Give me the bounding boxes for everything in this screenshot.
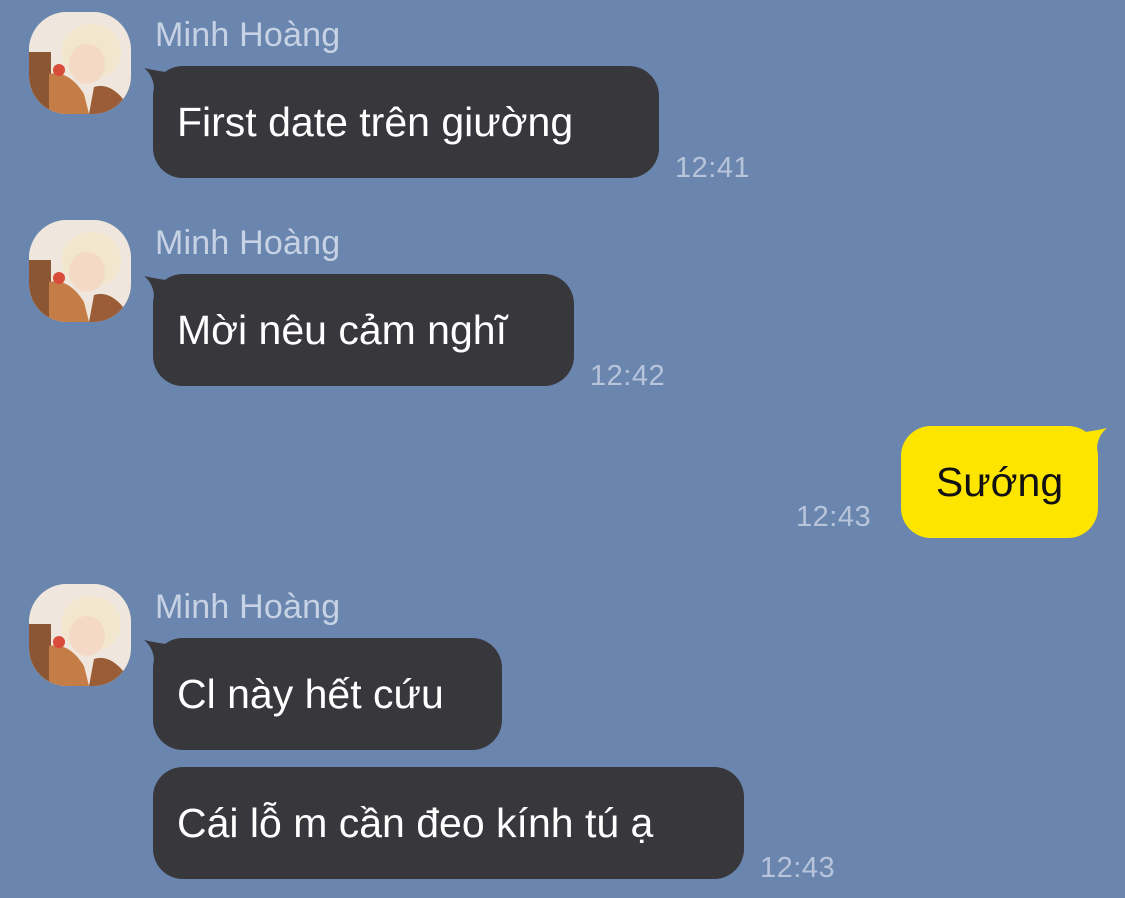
profile-photo-icon (29, 12, 131, 114)
message-time: 12:42 (590, 360, 666, 392)
profile-photo-icon (29, 584, 131, 686)
sender-name: Minh Hoàng (155, 224, 341, 262)
sender-name: Minh Hoàng (155, 16, 341, 54)
profile-photo-icon (29, 220, 131, 322)
message-bubble[interactable]: Cái lỗ m cần đeo kính tú ạ (153, 767, 744, 879)
message-time: 12:43 (760, 852, 836, 884)
bubble-tail (1085, 428, 1107, 450)
message-bubble[interactable]: First date trên giường (153, 66, 659, 178)
sender-avatar[interactable] (29, 220, 131, 322)
message-time: 12:41 (675, 152, 751, 184)
message-bubble[interactable]: Cl này hết cứu (153, 638, 502, 750)
message-bubble[interactable]: Mời nêu cảm nghĩ (153, 274, 574, 386)
sender-name: Minh Hoàng (155, 588, 341, 626)
sender-avatar[interactable] (29, 12, 131, 114)
sender-avatar[interactable] (29, 584, 131, 686)
message-time: 12:43 (796, 501, 872, 533)
message-bubble-outgoing[interactable]: Sướng (901, 426, 1098, 538)
